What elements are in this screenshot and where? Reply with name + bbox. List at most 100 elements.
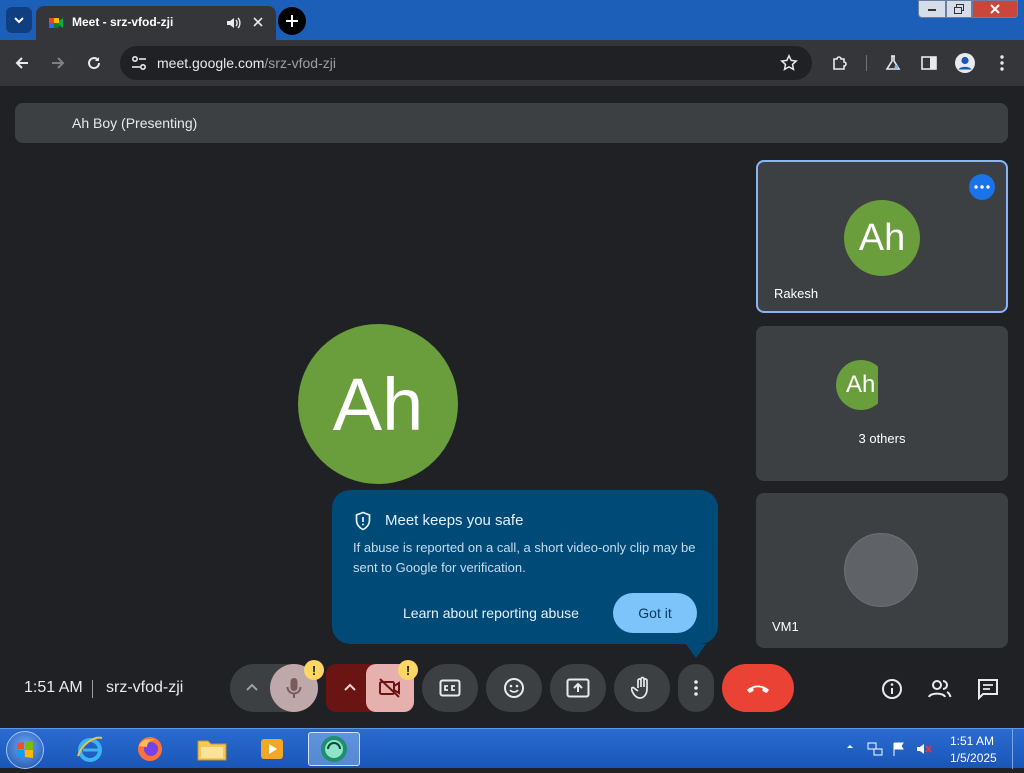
back-button[interactable] <box>11 52 33 74</box>
taskbar-media-player[interactable] <box>246 732 298 766</box>
address-bar[interactable]: meet.google.com/srz-vfod-zji <box>120 46 812 80</box>
learn-reporting-abuse-link[interactable]: Learn about reporting abuse <box>403 605 579 621</box>
taskbar-internet-explorer[interactable] <box>64 732 116 766</box>
participant-tile-vm1[interactable]: VM1 <box>756 493 1008 648</box>
taskbar-clock-time[interactable]: 1:51 AM <box>950 734 994 748</box>
presenter-avatar: Ah <box>298 324 458 484</box>
forward-button[interactable] <box>47 52 69 74</box>
camera-off-icon <box>379 678 400 698</box>
side-panel-icon <box>921 56 937 70</box>
taskbar-chrome-meet[interactable] <box>308 732 360 766</box>
more-options-button[interactable] <box>678 664 714 712</box>
captions-button[interactable] <box>422 664 478 712</box>
browser-tab-meet[interactable]: Meet - srz-vfod-zji <box>36 6 276 40</box>
chevron-down-icon <box>14 17 24 24</box>
raise-hand-button[interactable] <box>614 664 670 712</box>
plus-icon <box>286 15 298 27</box>
window-restore-button[interactable] <box>946 0 972 18</box>
hang-up-icon <box>747 685 769 693</box>
chevron-up-icon[interactable] <box>242 678 262 698</box>
camera-warning-badge: ! <box>398 660 418 680</box>
media-player-icon <box>261 739 283 759</box>
others-count-label: 3 others <box>858 431 906 446</box>
start-button[interactable] <box>6 731 44 769</box>
people-icon <box>928 680 952 698</box>
participant-name: VM1 <box>772 619 799 634</box>
popup-body: If abuse is reported on a call, a short … <box>353 540 696 575</box>
arrow-right-icon <box>52 57 65 69</box>
side-panel-button[interactable] <box>918 52 940 74</box>
tab-title: Meet - srz-vfod-zji <box>72 15 174 29</box>
people-button[interactable] <box>927 676 953 702</box>
close-icon <box>990 4 1000 14</box>
meet-app-icon <box>321 736 347 762</box>
participant-name: Rakesh <box>774 286 819 301</box>
more-horizontal-icon <box>974 185 990 189</box>
mic-warning-badge: ! <box>304 660 324 680</box>
reload-button[interactable] <box>83 52 105 74</box>
taskbar-file-explorer[interactable] <box>186 732 238 766</box>
info-icon <box>882 679 902 699</box>
tab-search-button[interactable] <box>6 7 32 33</box>
chevron-up-icon[interactable] <box>340 678 360 698</box>
network-icon[interactable] <box>867 741 883 757</box>
hand-icon <box>631 676 648 699</box>
new-tab-button[interactable] <box>278 7 306 35</box>
toolbar-divider <box>866 55 867 71</box>
action-center-flag-icon[interactable] <box>891 741 907 757</box>
leave-call-button[interactable] <box>722 664 794 712</box>
window-close-button[interactable] <box>972 0 1018 18</box>
arrow-left-icon <box>15 57 28 69</box>
address-url: meet.google.com/srz-vfod-zji <box>157 55 336 71</box>
extensions-button[interactable] <box>829 52 851 74</box>
google-meet-icon <box>49 18 63 28</box>
browser-menu-button[interactable] <box>991 52 1013 74</box>
speaker-icon[interactable] <box>224 14 242 32</box>
tile-more-options-button[interactable] <box>969 174 995 200</box>
internet-explorer-icon <box>77 736 103 762</box>
restore-icon <box>954 4 964 14</box>
minimize-icon <box>928 9 936 11</box>
site-settings-icon[interactable] <box>130 54 148 72</box>
safety-info-popup: Meet keeps you safe If abuse is reported… <box>332 490 718 644</box>
taskbar-firefox[interactable] <box>124 732 176 766</box>
popup-title: Meet keeps you safe <box>385 512 524 529</box>
chat-icon <box>978 679 998 700</box>
avatar <box>844 533 918 607</box>
browser-toolbar: meet.google.com/srz-vfod-zji <box>0 40 1024 86</box>
labs-button[interactable] <box>882 52 904 74</box>
present-screen-button[interactable] <box>550 664 606 712</box>
avatar-icon <box>955 53 975 73</box>
window-minimize-button[interactable] <box>918 0 946 18</box>
participant-tile-others[interactable]: Ah 3 others <box>756 326 1008 481</box>
popup-pointer <box>686 644 706 658</box>
taskbar-clock-date[interactable]: 1/5/2025 <box>950 751 997 765</box>
presenting-label: Ah Boy (Presenting) <box>72 115 198 131</box>
windows-logo-icon <box>17 741 33 758</box>
shield-icon <box>355 511 371 531</box>
flask-icon <box>885 55 901 70</box>
microphone-icon <box>286 678 302 698</box>
reload-icon <box>88 57 101 70</box>
got-it-button[interactable]: Got it <box>613 593 697 633</box>
kebab-menu-icon <box>694 680 698 696</box>
profile-button[interactable] <box>954 52 976 74</box>
meeting-code: srz-vfod-zji <box>106 679 184 696</box>
show-desktop-button[interactable] <box>1012 729 1024 769</box>
folder-icon <box>197 740 227 761</box>
bookmark-star-icon[interactable] <box>780 54 798 72</box>
participant-tile-rakesh[interactable]: Ah Rakesh <box>756 160 1008 313</box>
meeting-details-button[interactable] <box>879 676 905 702</box>
tab-close-button[interactable] <box>248 12 268 32</box>
presenting-bar: Ah Boy (Presenting) <box>15 103 1008 143</box>
browser-tab-strip: Meet - srz-vfod-zji <box>0 0 1024 40</box>
chevron-up-icon[interactable] <box>845 742 855 752</box>
volume-muted-icon[interactable] <box>916 741 932 757</box>
emoji-icon <box>504 678 524 698</box>
divider <box>92 680 93 698</box>
avatar-stack-edge <box>878 360 888 410</box>
chat-button[interactable] <box>975 676 1001 702</box>
firefox-icon <box>138 737 162 761</box>
reactions-button[interactable] <box>486 664 542 712</box>
meeting-clock: 1:51 AM <box>24 679 83 696</box>
